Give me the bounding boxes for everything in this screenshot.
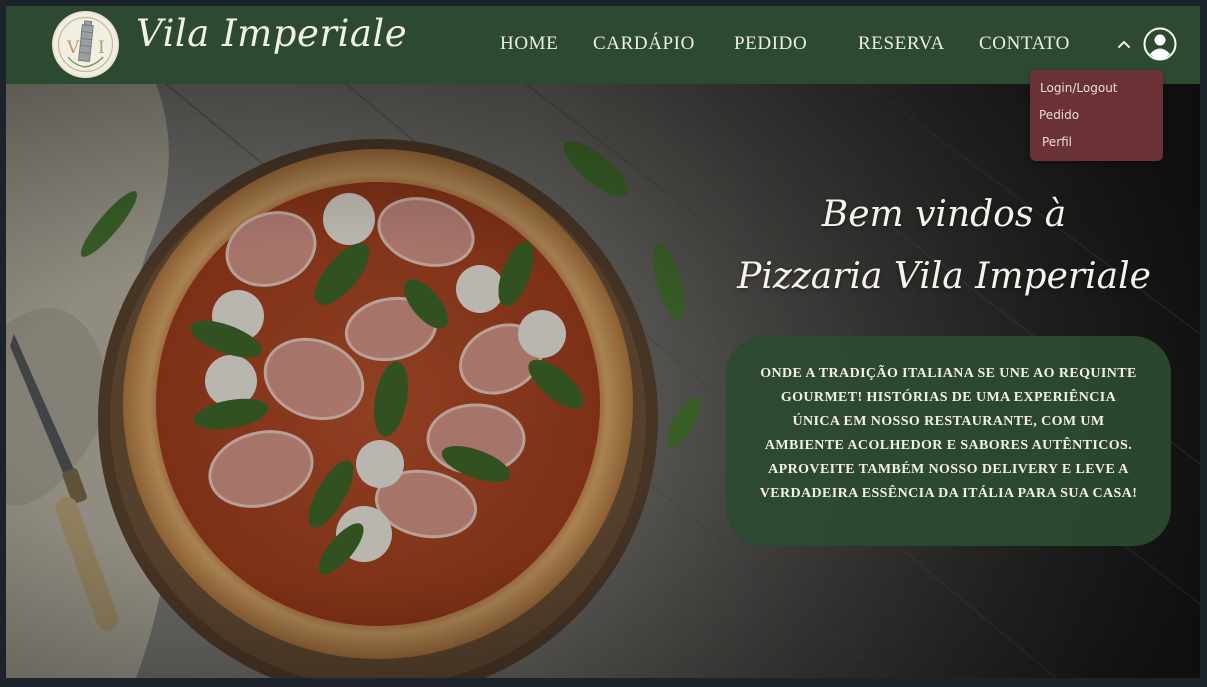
nav-pedido[interactable]: PEDIDO <box>734 33 807 55</box>
nav-cardapio[interactable]: CARDÁPIO <box>593 33 695 55</box>
page-frame: V I Vila Imperiale HOME CARDÁPIO PEDIDO … <box>6 6 1200 678</box>
hero-title: Bem vindos à Pizzaria Vila Imperiale <box>706 184 1182 308</box>
logo[interactable]: V I <box>54 13 117 76</box>
hero-description: Onde a tradição italiana se une ao requi… <box>759 366 1138 501</box>
monogram-i: I <box>98 38 105 58</box>
hero-title-line-2: Pizzaria Vila Imperiale <box>737 256 1151 297</box>
brand-name[interactable]: Vila Imperiale <box>136 12 407 55</box>
menu-item-login-logout[interactable]: Login/Logout <box>1040 81 1118 95</box>
menu-item-perfil[interactable]: Perfil <box>1042 135 1072 149</box>
user-dropdown-menu: Login/Logout Pedido Perfil <box>1030 70 1163 161</box>
user-circle-icon[interactable] <box>1143 27 1177 61</box>
hero-section: Bem vindos à Pizzaria Vila Imperiale Ond… <box>6 84 1200 678</box>
monogram-v: V <box>66 38 80 58</box>
hero-info-box: Onde a tradição italiana se une ao requi… <box>726 336 1171 546</box>
nav-contato[interactable]: CONTATO <box>979 33 1070 55</box>
chevron-up-icon[interactable] <box>1114 34 1134 54</box>
nav-home[interactable]: HOME <box>500 33 558 55</box>
hero-title-line-1: Bem vindos à <box>821 194 1067 235</box>
navbar: V I Vila Imperiale HOME CARDÁPIO PEDIDO … <box>6 6 1200 84</box>
nav-reserva[interactable]: RESERVA <box>858 33 945 55</box>
leaning-tower-icon: V I <box>57 16 114 73</box>
menu-item-pedido[interactable]: Pedido <box>1039 108 1079 122</box>
